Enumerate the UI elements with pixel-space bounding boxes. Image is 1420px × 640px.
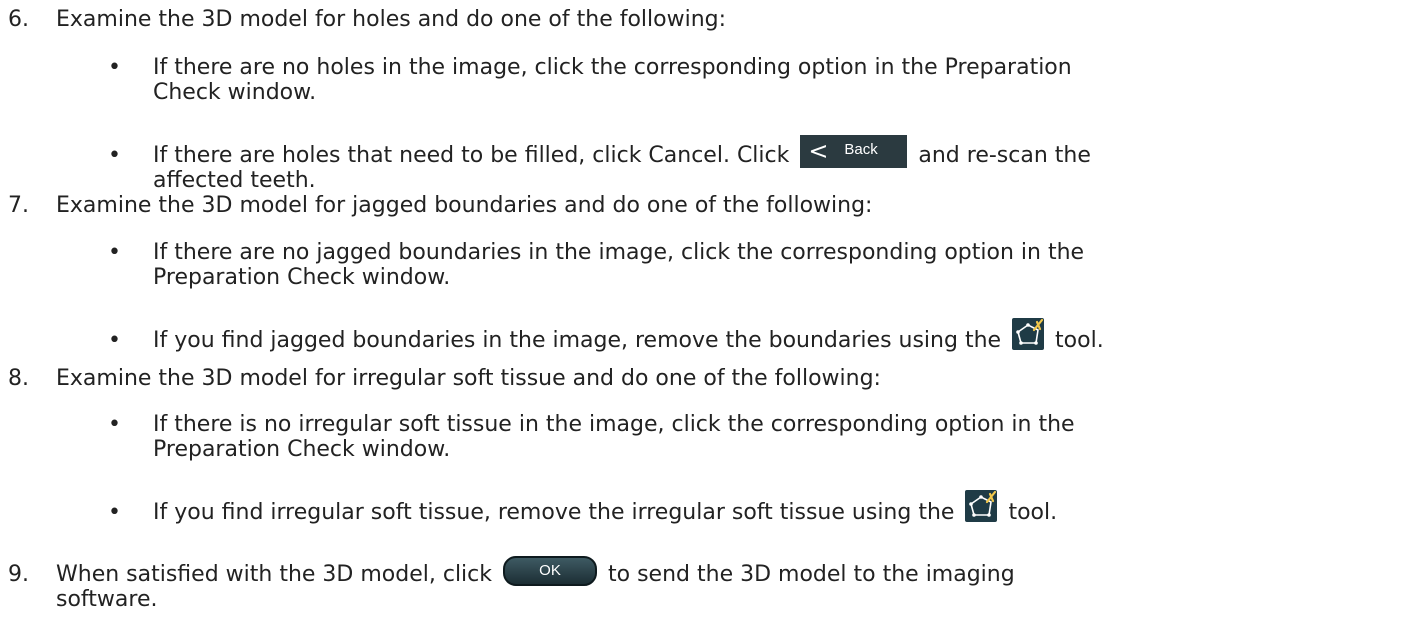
- back-button-label: Back: [844, 140, 878, 158]
- step-number: 8.: [8, 366, 29, 391]
- bullet-line: Check window.: [153, 80, 317, 105]
- bullet-text-after: tool.: [1055, 328, 1104, 353]
- bullet-text-after: and re-scan the: [918, 143, 1091, 168]
- step-number: 9.: [8, 562, 29, 587]
- bullet-line: affected teeth.: [153, 168, 316, 193]
- bullet-line: If there are no jagged boundaries in the…: [153, 240, 1085, 265]
- step-number: 6.: [8, 7, 29, 32]
- polygon-scissors-icon: [965, 490, 998, 522]
- step-line: software.: [56, 587, 158, 612]
- polygon-scissors-icon: [1012, 318, 1045, 350]
- bullet-dot: •: [108, 143, 121, 168]
- ok-button-image: OK: [503, 556, 598, 586]
- bullet-text-before: If you find jagged boundaries in the ima…: [153, 328, 1002, 353]
- bullet-text-before: If there are holes that need to be fille…: [153, 143, 790, 168]
- bullet-line: Preparation Check window.: [153, 265, 451, 290]
- bullet-dot: •: [108, 55, 121, 80]
- step-text-after: to send the 3D model to the imaging: [608, 562, 1015, 587]
- bullet-line: Preparation Check window.: [153, 437, 451, 462]
- bullet-dot: •: [108, 412, 121, 437]
- bullet-dot: •: [108, 240, 121, 265]
- bullet-dot: •: [108, 328, 121, 353]
- instruction-document: 6. Examine the 3D model for holes and do…: [0, 0, 1420, 640]
- back-button-image: < Back: [800, 134, 908, 168]
- bullet-line: If there is no irregular soft tissue in …: [153, 412, 1075, 437]
- bullet-text-before: If you find irregular soft tissue, remov…: [153, 500, 955, 525]
- step-text: Examine the 3D model for jagged boundari…: [56, 193, 873, 218]
- bullet-text-after: tool.: [1008, 500, 1058, 525]
- chevron-left-icon: <: [808, 136, 829, 165]
- step-text: Examine the 3D model for holes and do on…: [56, 7, 727, 32]
- step-number: 7.: [8, 193, 29, 218]
- step-text: Examine the 3D model for irregular soft …: [56, 366, 881, 391]
- bullet-line: If there are no holes in the image, clic…: [153, 55, 1072, 80]
- step-text-before: When satisfied with the 3D model, click: [56, 562, 493, 587]
- bullet-dot: •: [108, 500, 121, 525]
